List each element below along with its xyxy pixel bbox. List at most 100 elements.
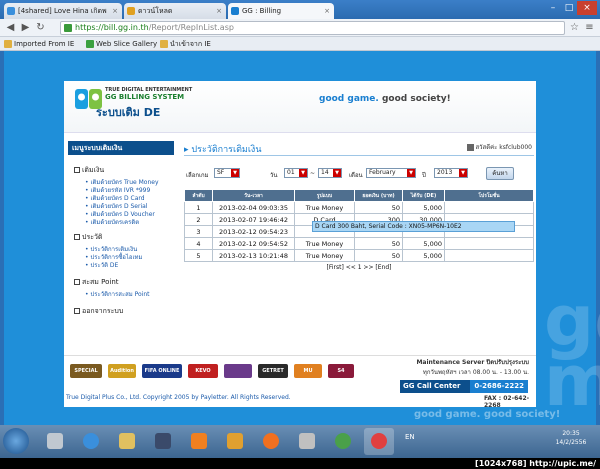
url-path: /Report/RepInList.asp [148, 23, 234, 32]
star-icon[interactable]: ☆ [568, 21, 581, 34]
clock-time: 20:35 [562, 430, 580, 437]
tab-download[interactable]: ดาวน์โหลด × [124, 3, 226, 19]
browser-toolbar: ◀ ▶ ↻ https://bill.gg.in.th/Report/RepIn… [0, 19, 600, 37]
serial-tooltip: D Card 300 Baht, Serial Code : XN05-MP6N… [312, 221, 515, 232]
window-close-icon[interactable]: × [577, 1, 597, 15]
taskbar-app6[interactable] [220, 428, 250, 455]
game-logo-getret[interactable]: GETRET [258, 364, 288, 378]
game-logo-mu[interactable]: MU [294, 364, 322, 378]
column-header: ได้รับ (DE) [402, 189, 445, 202]
taskbar-firefox[interactable] [256, 428, 286, 455]
close-icon[interactable]: × [216, 3, 222, 19]
dropdown-arrow-icon: ▼ [333, 169, 341, 177]
cell-datetime: 2013-02-12 09:54:23 [212, 225, 295, 238]
forward-icon[interactable]: ▶ [19, 21, 32, 34]
back-icon[interactable]: ◀ [4, 21, 17, 34]
sidebar-section-logout[interactable]: ออกจากระบบ [74, 306, 123, 317]
page-footer: SPECIAL FORCE Audition FIFA ONLINE 3 KEV… [64, 355, 536, 409]
month-value: February [369, 169, 396, 176]
cell-de: 5,000 [402, 249, 445, 262]
start-button[interactable] [3, 428, 29, 454]
day-label: วัน [270, 172, 278, 179]
bookmark-imported[interactable]: Imported From IE [4, 39, 74, 49]
system-clock[interactable]: 20:35 14/2/2556 [551, 429, 591, 447]
month-select[interactable]: February ▼ [366, 168, 416, 178]
vlc-icon [191, 433, 207, 449]
game-logo-fifa[interactable]: FIFA ONLINE 3 [142, 364, 182, 388]
reload-icon[interactable]: ↻ [34, 21, 47, 34]
game-select[interactable]: SF ▼ [214, 168, 240, 178]
game-label: เลือกเกม [186, 172, 209, 179]
taskbar-media[interactable] [148, 428, 178, 455]
sidebar-section-point[interactable]: สะสม Point [74, 277, 119, 288]
close-icon[interactable]: × [324, 3, 330, 19]
column-header: วัน-เวลา [212, 189, 295, 202]
bullet-icon [74, 308, 80, 314]
cell-no: 3 [184, 225, 213, 238]
search-button[interactable]: ค้นหา [486, 167, 514, 180]
close-icon[interactable]: × [112, 3, 118, 19]
bookmark-label: Imported From IE [14, 40, 75, 48]
sidebar-item-de-history[interactable]: • ประวัติ DE [85, 260, 118, 270]
tab-gg-billing[interactable]: GG : Billing × [228, 3, 334, 19]
taskbar-vlc[interactable] [184, 428, 214, 455]
maintenance-title: Maintenance Server ปิดปรับปรุงระบบ [416, 359, 529, 366]
folder-icon [119, 433, 135, 449]
cell-type: True Money [294, 237, 355, 250]
bookmark-ie[interactable]: นำเข้าจาก IE [160, 39, 211, 49]
cell-de: 5,000 [402, 237, 445, 250]
windows-taskbar: EN 20:35 14/2/2556 [0, 425, 600, 458]
game-logo-kevo[interactable]: KEVO [188, 364, 218, 378]
table-row[interactable]: 1 2013-02-04 09:03:35 True Money 50 5,00… [184, 201, 534, 214]
item-label: เติมด้วยบัตรเครดิต [90, 219, 140, 226]
sidebar-item-credit[interactable]: • เติมด้วยบัตรเครดิต [85, 217, 139, 227]
app-icon [227, 433, 243, 449]
column-header: ลำดับ [184, 189, 213, 202]
taskbar-app8[interactable] [292, 428, 322, 455]
page-header: TRUE DIGITAL ENTERTAINMENT GG BILLING SY… [64, 81, 536, 133]
taskbar-utorrent[interactable] [328, 428, 358, 455]
taskbar-notepad[interactable] [40, 428, 70, 455]
table-row[interactable]: 4 2013-02-12 09:54:52 True Money 50 5,00… [184, 237, 534, 250]
user-greeting: สวัสดีค่ะ ksfclub000 [466, 142, 532, 152]
bookmark-webslice[interactable]: Web Slice Gallery [86, 39, 157, 49]
firefox-icon [263, 433, 279, 449]
menu-icon[interactable]: ≡ [583, 21, 596, 34]
day-from-select[interactable]: 01 ▼ [284, 168, 308, 178]
taskbar-chrome[interactable] [364, 428, 394, 455]
media-icon [155, 433, 171, 449]
watermark-slogan: good game. good society! [414, 409, 561, 420]
title-divider [184, 155, 534, 156]
game-logo-5[interactable] [224, 364, 252, 378]
cell-no: 5 [184, 249, 213, 262]
app-icon [299, 433, 315, 449]
taskbar-explorer[interactable] [112, 428, 142, 455]
tab-4shared[interactable]: [4shared] Love Hina เกิดพ × [4, 3, 122, 19]
screen: [4shared] Love Hina เกิดพ × ดาวน์โหลด × … [0, 0, 600, 469]
section-label: สะสม Point [82, 278, 119, 286]
minimize-icon[interactable]: – [545, 1, 561, 15]
year-select[interactable]: 2013 ▼ [434, 168, 468, 178]
image-caption: [1024x768] http://upic.me/ [475, 459, 596, 468]
bookmarks-bar: Imported From IE Web Slice Gallery นำเข้… [0, 37, 600, 51]
sidebar-section-topup[interactable]: เติมเงิน [74, 165, 104, 176]
address-bar[interactable]: https://bill.gg.in.th/Report/RepInList.a… [60, 21, 565, 35]
table-row[interactable]: 5 2013-02-13 10:21:48 True Money 50 5,00… [184, 249, 534, 262]
sidebar-section-history[interactable]: ประวัติ [74, 232, 102, 243]
ie-icon [83, 433, 99, 449]
folder-icon [4, 40, 12, 48]
cell-promo [444, 201, 534, 214]
game-logo-s4[interactable]: S4 [328, 364, 354, 378]
bookmark-label: Web Slice Gallery [96, 40, 158, 48]
maintenance-time: ทุกวันพฤหัสฯ เวลา 08.00 น. - 13.00 น. [422, 369, 529, 376]
language-indicator[interactable]: EN [405, 433, 415, 441]
day-to-select[interactable]: 14 ▼ [318, 168, 342, 178]
maximize-icon[interactable]: □ [561, 1, 577, 15]
pagination[interactable]: [First] << 1 >> [End] [184, 264, 534, 271]
sidebar: เมนูระบบเติมเงิน เติมเงิน • เติมด้วยบัตร… [64, 133, 176, 355]
game-logo-audition[interactable]: Audition [108, 364, 136, 378]
taskbar-ie[interactable] [76, 428, 106, 455]
cell-promo [444, 249, 534, 262]
game-logo-specialforce[interactable]: SPECIAL FORCE [70, 364, 102, 388]
sidebar-item-point-history[interactable]: • ประวัติการสะสม Point [85, 289, 150, 299]
